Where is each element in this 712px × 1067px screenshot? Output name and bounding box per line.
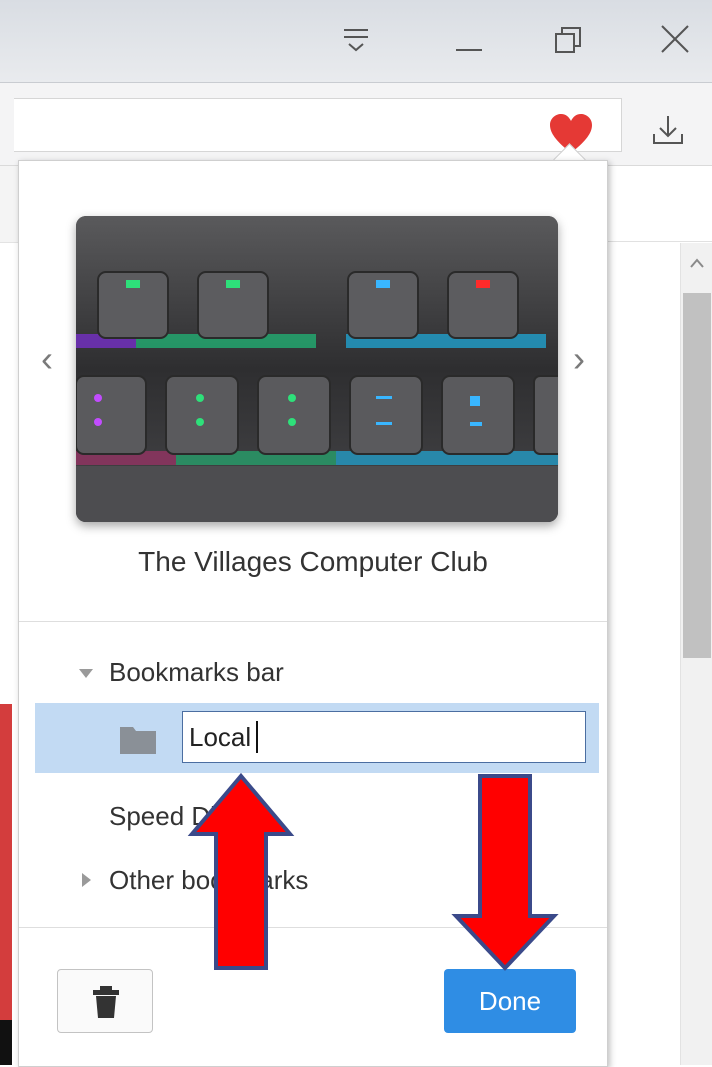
folder-icon bbox=[120, 727, 156, 754]
done-button[interactable]: Done bbox=[444, 969, 576, 1033]
expand-triangle-icon[interactable] bbox=[79, 669, 93, 678]
folder-name-input[interactable] bbox=[182, 711, 586, 763]
title-bar bbox=[0, 0, 712, 83]
page-thumbnail[interactable] bbox=[76, 216, 558, 522]
page-dark-edge bbox=[0, 1020, 12, 1065]
tree-item-bookmarks-bar[interactable]: Bookmarks bar bbox=[109, 657, 284, 688]
scrollbar-thumb[interactable] bbox=[683, 293, 711, 658]
scroll-up-icon[interactable] bbox=[689, 257, 705, 269]
menu-icon[interactable] bbox=[330, 14, 382, 66]
keyboard-thumbnail bbox=[76, 216, 558, 522]
down-arrow-annotation bbox=[451, 774, 559, 971]
address-bar[interactable] bbox=[14, 98, 622, 152]
page-scrollbar[interactable] bbox=[680, 243, 712, 1065]
up-arrow-annotation bbox=[187, 772, 295, 970]
previous-thumbnail-button[interactable]: ‹ bbox=[35, 341, 59, 377]
browser-toolbar bbox=[0, 83, 712, 166]
collapsed-triangle-icon[interactable] bbox=[82, 873, 91, 887]
trash-icon bbox=[93, 986, 119, 1018]
download-icon[interactable] bbox=[648, 110, 688, 150]
next-thumbnail-button[interactable]: › bbox=[567, 341, 591, 377]
close-icon[interactable] bbox=[650, 14, 702, 66]
bookmark-title[interactable]: The Villages Computer Club bbox=[19, 546, 607, 578]
popup-divider bbox=[19, 621, 607, 622]
delete-bookmark-button[interactable] bbox=[57, 969, 153, 1033]
restore-icon[interactable] bbox=[544, 14, 596, 66]
minimize-icon[interactable] bbox=[444, 14, 496, 66]
page-red-edge bbox=[0, 704, 12, 1034]
text-cursor bbox=[256, 721, 258, 753]
